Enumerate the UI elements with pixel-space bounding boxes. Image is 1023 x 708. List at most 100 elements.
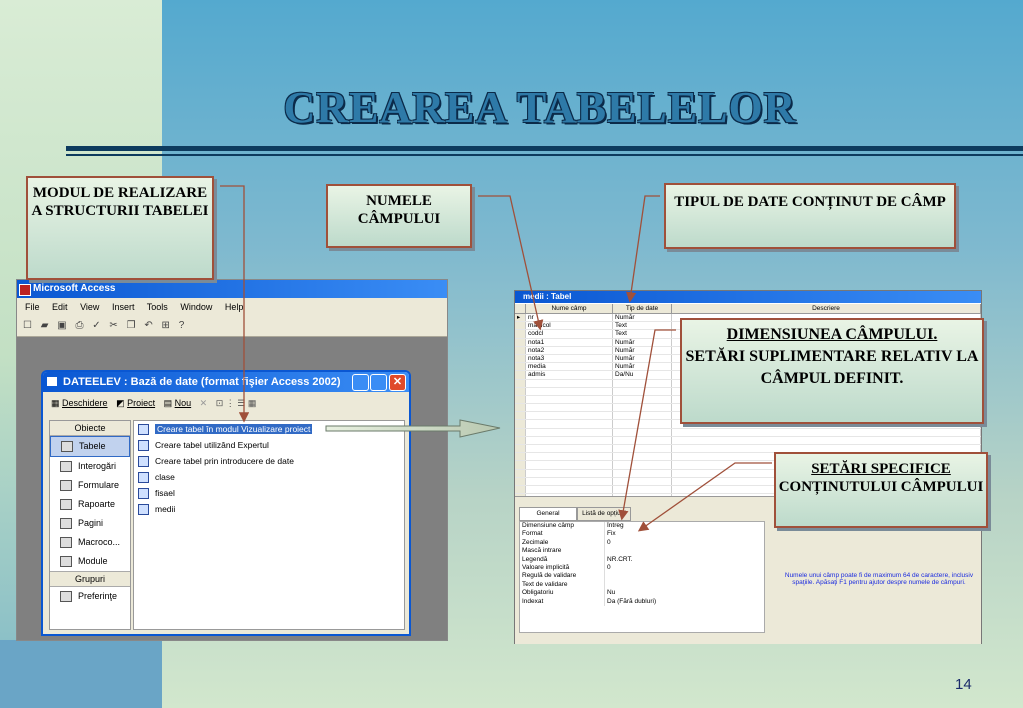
field-name-cell[interactable]	[526, 469, 613, 477]
data-type-cell[interactable]	[613, 469, 672, 477]
close-button[interactable]: ✕	[389, 374, 406, 391]
menu-edit[interactable]: Edit	[52, 302, 68, 312]
object-macros[interactable]: Macroco...	[50, 533, 130, 552]
data-type-cell[interactable]: Text	[613, 330, 672, 338]
group-favorites[interactable]: Preferinţe	[50, 587, 130, 606]
data-type-cell[interactable]	[613, 436, 672, 444]
menu-insert[interactable]: Insert	[112, 302, 135, 312]
object-pages[interactable]: Pagini	[50, 514, 130, 533]
property-row[interactable]: Dimensiune câmp Întreg	[520, 522, 764, 531]
field-name-cell[interactable]	[526, 485, 613, 494]
field-name-cell[interactable]	[526, 379, 613, 387]
data-type-cell[interactable]	[613, 412, 672, 420]
open-folder-icon[interactable]: ▰	[41, 320, 52, 331]
property-row[interactable]: Indexat Da (Fără dubluri)	[520, 597, 764, 606]
copy-icon[interactable]: ❐	[127, 320, 139, 331]
property-row[interactable]: Legendă NR.CRT.	[520, 555, 764, 564]
row-selector[interactable]	[515, 461, 526, 469]
field-name-cell[interactable]: nr	[526, 314, 613, 322]
row-selector[interactable]	[515, 436, 526, 444]
row-selector[interactable]	[515, 371, 526, 379]
field-name-cell[interactable]: nota1	[526, 338, 613, 346]
data-type-cell[interactable]: Număr	[613, 354, 672, 363]
field-name-cell[interactable]: nota3	[526, 354, 613, 363]
row-selector[interactable]	[515, 322, 526, 330]
property-value[interactable]: 0	[604, 538, 764, 548]
object-modules[interactable]: Module	[50, 552, 130, 571]
new-button[interactable]: ▤ Nou	[164, 398, 192, 408]
data-type-cell[interactable]	[613, 420, 672, 428]
field-name-cell[interactable]	[526, 395, 613, 404]
property-row[interactable]: Zecimale 0	[520, 538, 764, 548]
undo-icon[interactable]: ↶	[144, 320, 155, 331]
spelling-icon[interactable]: ✓	[92, 320, 103, 331]
menu-window[interactable]: Window	[180, 302, 212, 312]
data-type-cell[interactable]	[613, 395, 672, 404]
delete-icon[interactable]: ✕	[200, 398, 208, 408]
print-icon[interactable]: ⎙	[75, 320, 86, 331]
property-row[interactable]: Obligatoriu Nu	[520, 589, 764, 598]
row-selector[interactable]	[515, 379, 526, 387]
property-row[interactable]: Mască intrare	[520, 547, 764, 556]
data-type-cell[interactable]	[613, 477, 672, 485]
property-value[interactable]: NR.CRT.	[604, 555, 764, 564]
minimize-button[interactable]	[352, 374, 369, 391]
table-row[interactable]	[515, 428, 981, 437]
data-type-cell[interactable]	[613, 387, 672, 395]
field-name-cell[interactable]: matricol	[526, 322, 613, 330]
data-type-cell[interactable]: Număr	[613, 314, 672, 322]
relationships-icon[interactable]: ⊞	[162, 320, 173, 331]
open-button[interactable]: ▦ Deschidere	[51, 398, 108, 408]
list-item-clase[interactable]: clase	[134, 469, 404, 485]
maximize-button[interactable]	[370, 374, 387, 391]
menu-file[interactable]: File	[25, 302, 40, 312]
tab-lookup[interactable]: Listă de opțiuni	[577, 507, 631, 521]
data-type-cell[interactable]	[613, 379, 672, 387]
field-name-cell[interactable]	[526, 453, 613, 461]
list-item-medii[interactable]: medii	[134, 501, 404, 517]
property-value[interactable]: Nu	[604, 589, 764, 598]
data-type-cell[interactable]: Număr	[613, 346, 672, 354]
row-selector[interactable]	[515, 387, 526, 395]
menu-help[interactable]: Help	[225, 302, 244, 312]
list-item-design-view[interactable]: Creare tabel în modul Vizualizare proiec…	[134, 421, 404, 437]
row-selector[interactable]	[515, 453, 526, 461]
field-name-cell[interactable]: nota2	[526, 346, 613, 354]
field-name-cell[interactable]	[526, 412, 613, 420]
object-forms[interactable]: Formulare	[50, 476, 130, 495]
field-name-cell[interactable]	[526, 477, 613, 485]
property-value[interactable]: 0	[604, 563, 764, 573]
field-name-cell[interactable]: media	[526, 363, 613, 371]
list-item-datasheet[interactable]: Creare tabel prin introducere de date	[134, 453, 404, 469]
data-type-cell[interactable]	[613, 453, 672, 461]
field-name-cell[interactable]: admis	[526, 371, 613, 379]
object-queries[interactable]: Interogări	[50, 457, 130, 476]
field-name-cell[interactable]	[526, 445, 613, 453]
property-value[interactable]	[604, 580, 764, 590]
data-type-cell[interactable]	[613, 428, 672, 436]
list-item-wizard[interactable]: Creare tabel utilizând Expertul	[134, 437, 404, 453]
row-selector[interactable]	[515, 346, 526, 354]
property-value[interactable]	[604, 547, 764, 556]
object-reports[interactable]: Rapoarte	[50, 495, 130, 514]
menu-view[interactable]: View	[80, 302, 99, 312]
row-selector[interactable]	[515, 428, 526, 436]
row-selector[interactable]	[515, 354, 526, 363]
row-selector[interactable]	[515, 412, 526, 420]
menu-tools[interactable]: Tools	[147, 302, 168, 312]
tab-general[interactable]: General	[519, 507, 577, 521]
data-type-cell[interactable]	[613, 404, 672, 412]
list-item-fisael[interactable]: fisael	[134, 485, 404, 501]
field-name-cell[interactable]	[526, 436, 613, 444]
cut-icon[interactable]: ✂	[109, 320, 120, 331]
property-value[interactable]	[604, 572, 764, 581]
property-row[interactable]: Text de validare	[520, 580, 764, 590]
row-selector[interactable]	[515, 338, 526, 346]
row-selector[interactable]: ▸	[515, 314, 526, 322]
data-type-cell[interactable]	[613, 445, 672, 453]
field-name-cell[interactable]	[526, 420, 613, 428]
property-row[interactable]: Valoare implicită 0	[520, 563, 764, 573]
description-cell[interactable]	[672, 436, 981, 444]
data-type-cell[interactable]	[613, 461, 672, 469]
field-name-cell[interactable]	[526, 404, 613, 412]
